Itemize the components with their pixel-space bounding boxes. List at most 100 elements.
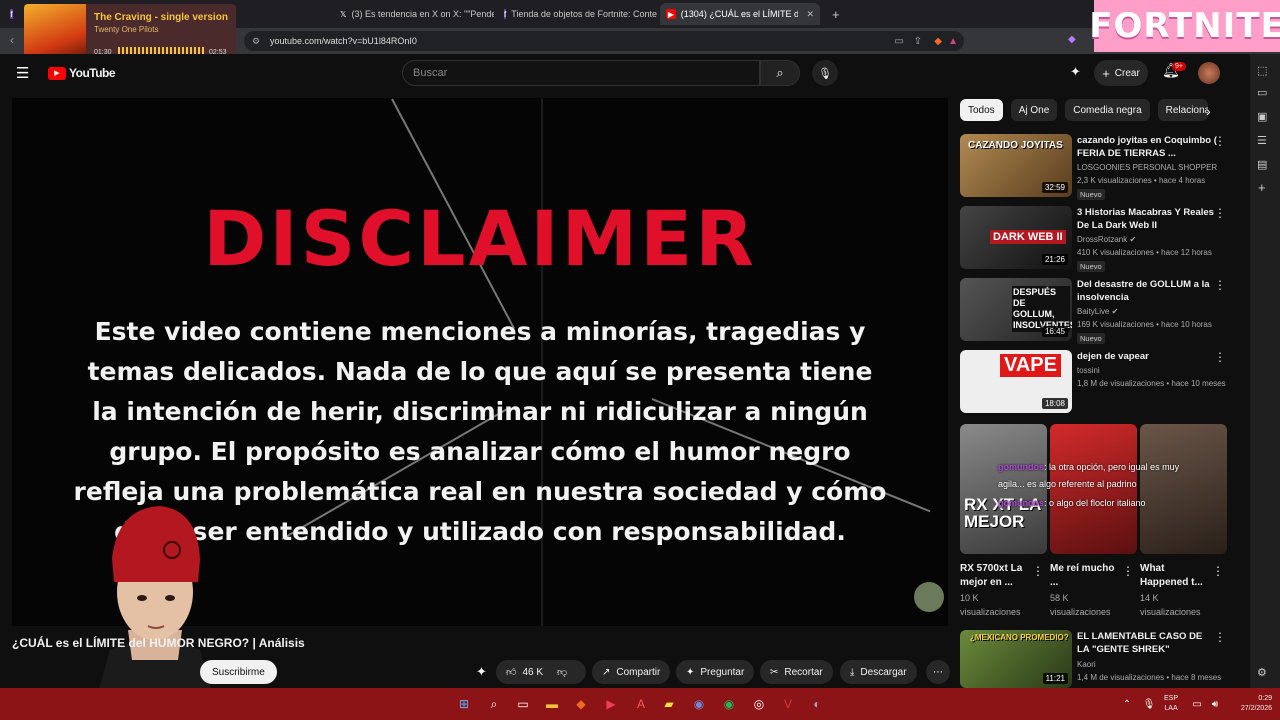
- more-options-icon[interactable]: ⋮: [1212, 564, 1224, 578]
- more-options-icon[interactable]: ⋮: [1214, 134, 1226, 148]
- more-options-icon[interactable]: ⋮: [1214, 350, 1226, 364]
- like-icon[interactable]: 👍︎: [506, 666, 516, 678]
- video-meta: 169 K visualizaciones • hace 10 horas: [1077, 320, 1212, 329]
- search-input[interactable]: Buscar: [402, 60, 760, 86]
- chip-aj-one[interactable]: Aj One: [1010, 99, 1058, 121]
- mic-icon[interactable]: 🎙: [1140, 695, 1158, 713]
- video-title: EL LAMENTABLE CASO DE LA "GENTE SHREK": [1077, 631, 1203, 655]
- video-thumbnail[interactable]: DARK WEB II 21:26: [960, 206, 1072, 269]
- site-settings-icon[interactable]: ⚙: [252, 36, 260, 47]
- recommendation-item[interactable]: CAZANDO JOYITAS 32:59 cazando joyitas en…: [960, 134, 1230, 200]
- valorant-icon[interactable]: V: [779, 695, 797, 713]
- app-icon[interactable]: A: [632, 695, 650, 713]
- network-icon[interactable]: ▭: [1188, 695, 1206, 713]
- chip-related[interactable]: Relacionad: [1157, 99, 1208, 121]
- video-duration: 32:59: [1041, 182, 1068, 193]
- share-icon[interactable]: ⇪: [914, 36, 922, 47]
- recommendation-item[interactable]: DARK WEB II 21:26 3 Historias Macabras Y…: [960, 206, 1230, 272]
- file-explorer-icon[interactable]: ▬: [543, 695, 561, 713]
- task-view-icon[interactable]: ▭: [514, 695, 532, 713]
- menu-icon[interactable]: ☰: [16, 64, 29, 82]
- url-field[interactable]: ⚙ youtube.com/watch?v=bU1l84ROnI0 ▭ ⇪ ◆ …: [244, 31, 964, 51]
- spotify-icon[interactable]: ◉: [720, 695, 738, 713]
- chevron-up-icon[interactable]: ⌃: [1118, 695, 1136, 713]
- new-tab-button[interactable]: +: [826, 3, 840, 25]
- more-actions-button[interactable]: ⋯: [926, 660, 950, 684]
- short-thumbnail[interactable]: [1140, 424, 1227, 554]
- discord-icon[interactable]: ◉: [690, 695, 708, 713]
- video-thumbnail[interactable]: VAPE 18:08: [960, 350, 1072, 413]
- steam-icon[interactable]: ◐: [808, 695, 826, 713]
- clip-button[interactable]: ✂ Recortar: [760, 660, 833, 684]
- streamer-avatar: [90, 506, 220, 720]
- video-meta: 410 K visualizaciones • hace 12 horas: [1077, 248, 1212, 257]
- share-label: Compartir: [616, 666, 661, 678]
- brave-icon[interactable]: ◆: [572, 695, 590, 713]
- video-thumbnail[interactable]: DESPUÉS DE GOLLUM, INSOLVENTES 16:45: [960, 278, 1072, 341]
- gear-icon[interactable]: ⚙: [1257, 666, 1267, 679]
- sparkle-icon: ✦: [686, 666, 695, 678]
- ai-icon[interactable]: ✦: [1070, 64, 1081, 80]
- new-badge: Nuevo: [1077, 189, 1105, 200]
- volume-icon[interactable]: 🔊︎: [1206, 695, 1224, 713]
- recommendation-item[interactable]: VAPE 18:08 dejen de vapear tossini 1,8 M…: [960, 350, 1230, 416]
- sidebar-icon[interactable]: ▭: [1257, 86, 1267, 99]
- more-options-icon[interactable]: ⋮: [1122, 564, 1134, 578]
- brave-shield-icon[interactable]: ◆: [934, 36, 942, 47]
- recommendation-item[interactable]: ¿MEXICANO PROMEDIO? 11:21 EL LAMENTABLE …: [960, 630, 1230, 696]
- cast-icon[interactable]: ▭: [895, 36, 904, 47]
- back-icon[interactable]: ‹: [10, 33, 14, 47]
- create-button[interactable]: + Crear: [1094, 60, 1148, 86]
- tab-youtube[interactable]: ▶ (1304) ¿CUÁL es el LÍMITE del HU ✕: [660, 3, 820, 25]
- short-thumbnail[interactable]: RX XT LA MEJOR: [960, 424, 1047, 554]
- add-panel-icon[interactable]: +: [1258, 180, 1266, 195]
- avatar[interactable]: [1198, 62, 1220, 84]
- reading-list-icon[interactable]: ▤: [1257, 158, 1267, 171]
- rewards-icon[interactable]: ▲: [948, 36, 958, 47]
- tab-fortnite[interactable]: f Tienda de objetos de Fortnite: Conte: [498, 3, 658, 25]
- chip-all[interactable]: Todos: [960, 99, 1003, 121]
- x-logo-icon: 𝕏: [340, 9, 347, 19]
- tab-icon: f: [10, 9, 13, 19]
- chevron-right-icon[interactable]: ›: [1206, 103, 1211, 119]
- app-icon[interactable]: ◎: [750, 695, 768, 713]
- mic-icon: 🎙: [818, 67, 832, 80]
- wallet-icon[interactable]: ▣: [1257, 110, 1267, 123]
- voice-search-button[interactable]: 🎙: [812, 60, 838, 86]
- sidebar-icon[interactable]: ☰: [1257, 134, 1267, 147]
- video-thumbnail[interactable]: ¿MEXICANO PROMEDIO? 11:21: [960, 630, 1072, 688]
- media-player-icon[interactable]: ▶: [602, 695, 620, 713]
- ai-summary-icon[interactable]: ✦: [476, 664, 487, 680]
- thumbnail-text: VAPE: [1000, 354, 1061, 377]
- download-button[interactable]: ⤓ Descargar: [840, 660, 917, 684]
- ask-button[interactable]: ✦ Preguntar: [676, 660, 755, 684]
- tab-label: (3) Es tendencia en X on X: ""Pendejo: [351, 9, 494, 19]
- more-options-icon[interactable]: ⋮: [1214, 630, 1226, 644]
- close-tab-icon[interactable]: ✕: [806, 9, 814, 20]
- video-title: ¿CUÁL es el LÍMITE del HUMOR NEGRO? | An…: [12, 636, 305, 650]
- tab-x[interactable]: 𝕏 (3) Es tendencia en X on X: ""Pendejo: [334, 3, 494, 25]
- video-duration: 18:08: [1041, 398, 1068, 409]
- clock[interactable]: 0:29 27/2/2026: [1224, 694, 1272, 714]
- short-thumbnail[interactable]: [1050, 424, 1137, 554]
- search-button[interactable]: ⌕: [760, 60, 800, 86]
- song-artist: Twenty One Pilots: [94, 25, 159, 34]
- youtube-logo[interactable]: ▶ YouTube: [48, 66, 116, 80]
- recommendation-item[interactable]: DESPUÉS DE GOLLUM, INSOLVENTES 16:45 Del…: [960, 278, 1230, 344]
- search-icon[interactable]: ⌕: [485, 695, 503, 713]
- more-options-icon[interactable]: ⋮: [1214, 278, 1226, 292]
- more-options-icon[interactable]: ⋮: [1032, 564, 1044, 578]
- windows-start-icon[interactable]: ⊞: [455, 695, 473, 713]
- sticky-notes-icon[interactable]: ▰: [660, 695, 678, 713]
- share-button[interactable]: ↗ Compartir: [592, 660, 671, 684]
- more-options-icon[interactable]: ⋮: [1214, 206, 1226, 220]
- subscribe-button[interactable]: Suscribirme: [200, 660, 277, 684]
- video-thumbnail[interactable]: CAZANDO JOYITAS 32:59: [960, 134, 1072, 197]
- chip-comedia-negra[interactable]: Comedia negra: [1065, 99, 1150, 121]
- sidebar-icon[interactable]: ⬚: [1257, 64, 1267, 77]
- chat-user: gomundos: [998, 462, 1044, 472]
- dislike-icon[interactable]: 👎︎: [557, 666, 567, 678]
- language-indicator[interactable]: ESP LAA: [1164, 694, 1178, 714]
- extension-icon[interactable]: ◆: [1068, 34, 1076, 45]
- tab-pinned[interactable]: f: [4, 3, 24, 25]
